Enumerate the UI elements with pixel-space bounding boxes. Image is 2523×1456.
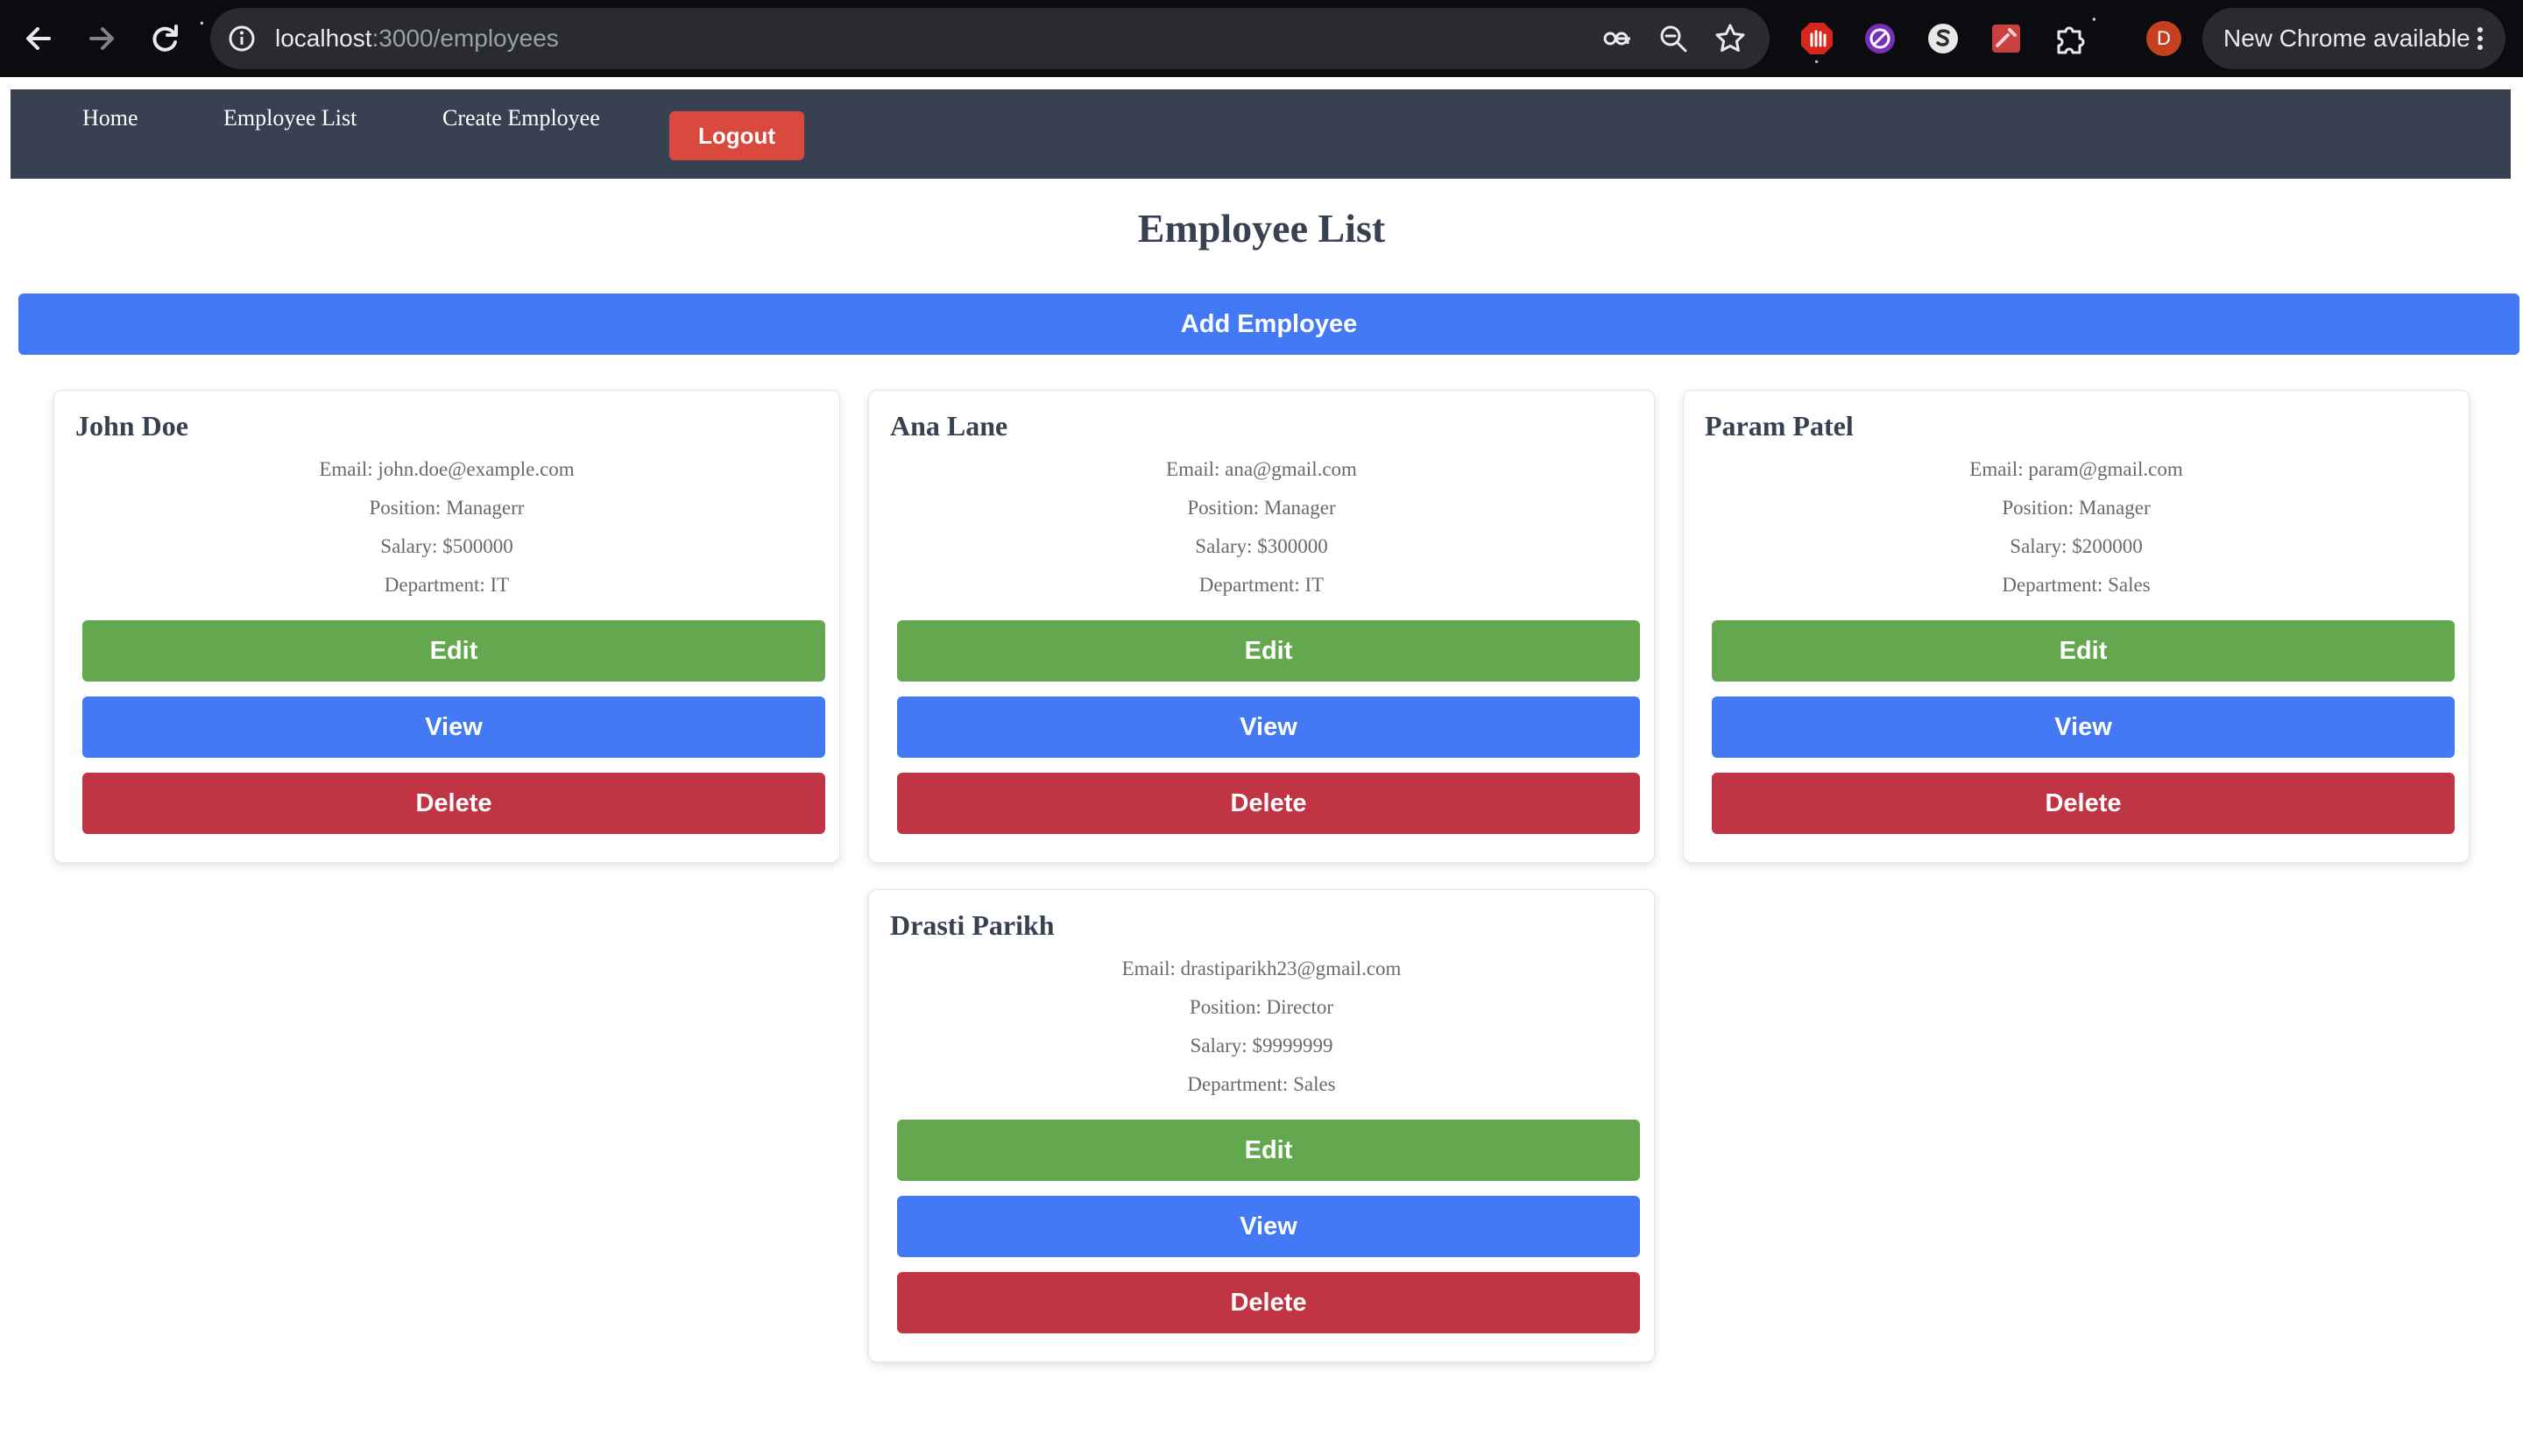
employee-card: Param Patel Email: param@gmail.com Posit… <box>1683 390 2470 863</box>
password-key-icon[interactable] <box>1599 21 1634 56</box>
view-button[interactable]: View <box>82 696 825 758</box>
employee-email: Email: param@gmail.com <box>1969 458 2183 480</box>
employee-salary: Salary: $500000 <box>380 535 513 557</box>
employee-email: Email: ana@gmail.com <box>1166 458 1357 480</box>
employee-position: Position: Director <box>1189 996 1334 1018</box>
view-button[interactable]: View <box>897 1196 1640 1257</box>
employee-position: Position: Manager <box>1187 497 1336 519</box>
employee-name: Drasti Parikh <box>890 909 1055 941</box>
employee-name: Param Patel <box>1705 410 1854 442</box>
view-button[interactable]: View <box>1712 696 2455 758</box>
nav-link-employee-list[interactable]: Employee List <box>223 105 357 131</box>
employee-email: Email: drastiparikh23@gmail.com <box>1121 958 1402 979</box>
delete-button[interactable]: Delete <box>82 773 825 834</box>
nav-link-create-employee[interactable]: Create Employee <box>442 105 600 131</box>
blocker-extension-icon[interactable] <box>1861 19 1899 58</box>
edit-button[interactable]: Edit <box>82 620 825 682</box>
employee-department: Department: Sales <box>2002 574 2151 596</box>
employee-position: Position: Managerr <box>369 497 525 519</box>
url-host: localhost <box>275 25 372 52</box>
employee-position: Position: Manager <box>2002 497 2151 519</box>
employee-department: Department: IT <box>1198 574 1325 596</box>
logout-button[interactable]: Logout <box>669 111 804 160</box>
delete-button[interactable]: Delete <box>897 773 1640 834</box>
view-button[interactable]: View <box>897 696 1640 758</box>
url-path: :3000/employees <box>371 25 559 52</box>
bookmark-star-icon[interactable] <box>1713 21 1748 56</box>
back-arrow-icon[interactable] <box>16 16 61 61</box>
adblock-extension-icon[interactable] <box>1798 19 1836 58</box>
more-menu-icon[interactable] <box>2476 25 2484 52</box>
profile-avatar[interactable]: D <box>2146 21 2181 56</box>
browser-toolbar: localhost:3000/employees D New Chrome av… <box>0 0 2523 77</box>
s-extension-icon[interactable] <box>1924 19 1962 58</box>
edit-button[interactable]: Edit <box>897 1120 1640 1181</box>
page-title: Employee List <box>1137 206 1386 251</box>
edit-button[interactable]: Edit <box>897 620 1640 682</box>
chrome-update-button[interactable]: New Chrome available <box>2202 8 2505 69</box>
employee-name: John Doe <box>75 410 188 442</box>
employee-name: Ana Lane <box>890 410 1008 442</box>
zoom-icon[interactable] <box>1656 21 1691 56</box>
employee-salary: Salary: $200000 <box>2010 535 2143 557</box>
employee-salary: Salary: $300000 <box>1195 535 1328 557</box>
url-text[interactable]: localhost:3000/employees <box>275 8 559 69</box>
extensions-icon[interactable] <box>2050 19 2088 58</box>
nav-link-home[interactable]: Home <box>82 105 138 131</box>
edit-button[interactable]: Edit <box>1712 620 2455 682</box>
employee-department: Department: Sales <box>1187 1073 1336 1095</box>
site-info-icon[interactable] <box>224 21 259 56</box>
forward-arrow-icon[interactable] <box>79 16 124 61</box>
app-navbar: Home Employee List Create Employee Logou… <box>11 89 2511 179</box>
employee-card: Drasti Parikh Email: drastiparikh23@gmai… <box>868 889 1655 1362</box>
chrome-update-label: New Chrome available <box>2223 25 2470 52</box>
address-bar[interactable]: localhost:3000/employees <box>210 8 1770 69</box>
delete-button[interactable]: Delete <box>897 1272 1640 1333</box>
employee-email: Email: john.doe@example.com <box>319 458 575 480</box>
color-picker-extension-icon[interactable] <box>1987 19 2025 58</box>
employee-card: Ana Lane Email: ana@gmail.com Position: … <box>868 390 1655 863</box>
employee-salary: Salary: $9999999 <box>1190 1035 1333 1057</box>
delete-button[interactable]: Delete <box>1712 773 2455 834</box>
employee-card: John Doe Email: john.doe@example.com Pos… <box>53 390 840 863</box>
reload-icon[interactable] <box>142 16 187 61</box>
employee-department: Department: IT <box>384 574 510 596</box>
add-employee-button[interactable]: Add Employee <box>18 293 2519 355</box>
